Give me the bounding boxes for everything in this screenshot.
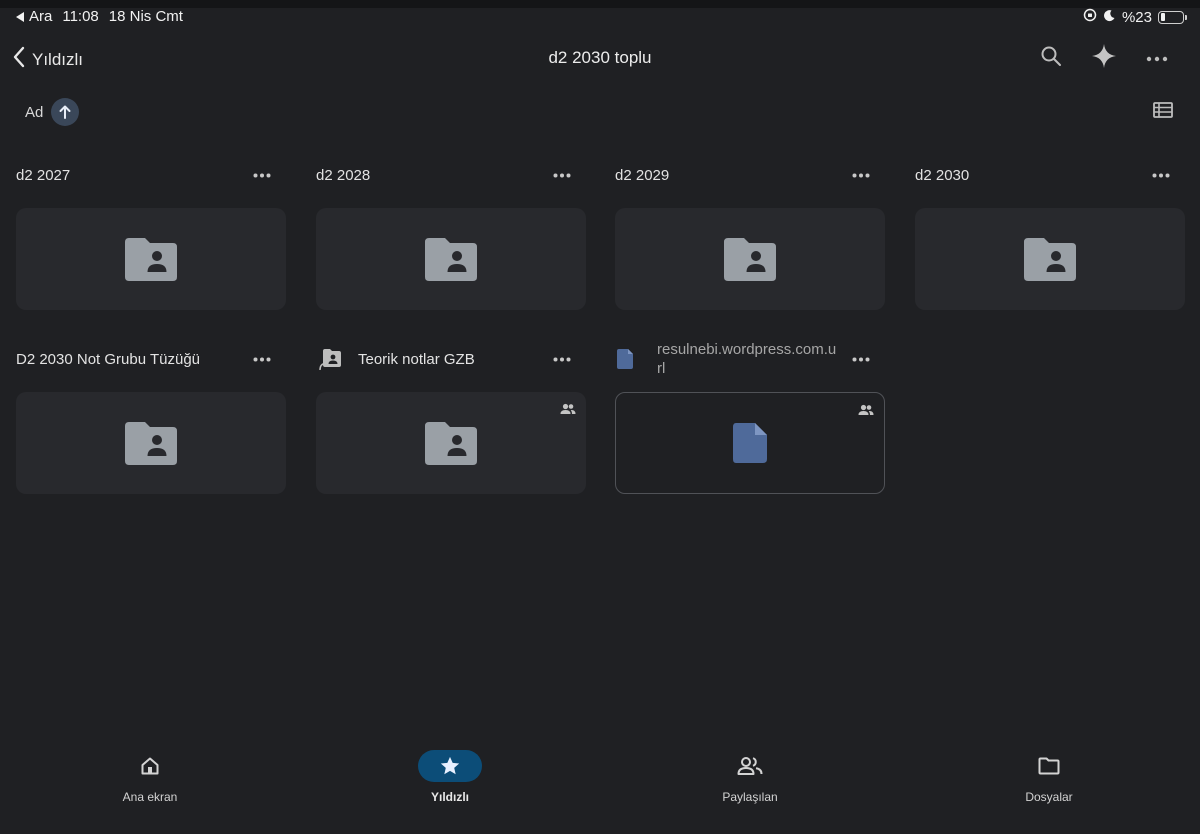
folder-item[interactable]: d2 2027 <box>16 160 286 310</box>
folder-item[interactable]: d2 2028 <box>316 160 586 310</box>
more-horizontal-icon <box>852 357 870 361</box>
more-horizontal-icon <box>253 357 271 361</box>
item-name: d2 2027 <box>16 166 71 184</box>
bottom-nav: Ana ekran Yıldızlı Paylaşılan Dosyalar <box>0 740 1200 834</box>
folder-thumbnail[interactable] <box>16 208 286 310</box>
shared-folder-icon <box>724 238 776 281</box>
status-date: 18 Nis Cmt <box>108 8 183 25</box>
battery-percent: %23 <box>1121 8 1152 26</box>
file-thumbnail[interactable] <box>615 392 885 494</box>
folder-thumbnail[interactable] <box>316 208 586 310</box>
sort-button[interactable]: Ad <box>25 98 80 126</box>
shared-people-icon <box>858 403 874 421</box>
item-more-button[interactable] <box>250 348 274 370</box>
battery-icon <box>1158 10 1187 24</box>
item-name: resulnebi.wordpress.com.url <box>657 341 837 377</box>
sort-label: Ad <box>25 103 44 121</box>
battery-level <box>1160 13 1166 21</box>
shortcut-folder-item[interactable]: Teorik notlar GZB <box>316 344 586 494</box>
nav-label: Paylaşılan <box>722 790 778 804</box>
item-name: D2 2030 Not Grubu Tüzüğü <box>16 350 201 368</box>
search-icon <box>1039 44 1063 73</box>
file-icon <box>615 346 647 372</box>
shared-folder-icon <box>1024 238 1076 281</box>
shared-folder-icon <box>125 238 177 281</box>
nav-label: Yıldızlı <box>430 790 469 804</box>
item-more-button[interactable] <box>250 164 274 186</box>
more-horizontal-icon <box>553 357 571 361</box>
item-more-button[interactable] <box>849 164 873 186</box>
file-icon <box>733 423 767 463</box>
status-bar: Ara 11:08 18 Nis Cmt %23 <box>0 0 1200 32</box>
back-triangle-icon <box>16 11 24 22</box>
file-item[interactable]: resulnebi.wordpress.com.url <box>615 341 885 494</box>
people-icon <box>718 750 782 782</box>
gemini-button[interactable] <box>1089 43 1119 73</box>
nav-starred[interactable]: Yıldızlı <box>380 750 520 804</box>
nav-files[interactable]: Dosyalar <box>979 750 1119 804</box>
more-horizontal-icon <box>553 173 571 177</box>
folder-item[interactable]: D2 2030 Not Grubu Tüzüğü <box>16 344 286 494</box>
nav-home[interactable]: Ana ekran <box>80 750 220 804</box>
folder-item[interactable]: d2 2029 <box>615 160 885 310</box>
folder-thumbnail[interactable] <box>16 392 286 494</box>
return-app-label: Ara <box>29 8 53 25</box>
arrow-up-icon <box>51 98 80 126</box>
moon-icon <box>1103 9 1116 26</box>
status-time: 11:08 <box>62 8 99 25</box>
item-more-button[interactable] <box>550 164 574 186</box>
return-to-app[interactable]: Ara <box>16 8 52 25</box>
item-name: d2 2030 <box>915 166 970 184</box>
sparkle-icon <box>1091 43 1117 74</box>
home-icon <box>118 750 182 782</box>
shared-folder-icon <box>425 238 477 281</box>
shared-folder-icon <box>125 422 177 465</box>
nav-label: Dosyalar <box>1025 790 1073 804</box>
more-options-button[interactable] <box>1142 43 1172 73</box>
list-view-icon <box>1153 101 1173 123</box>
more-horizontal-icon <box>1152 173 1170 177</box>
folder-item[interactable]: d2 2030 <box>915 160 1185 310</box>
more-horizontal-icon <box>852 173 870 177</box>
item-more-button[interactable] <box>550 348 574 370</box>
shared-people-icon <box>560 402 576 420</box>
folder-thumbnail[interactable] <box>316 392 586 494</box>
folder-icon <box>1017 750 1081 782</box>
item-name: d2 2029 <box>615 166 670 184</box>
star-icon <box>418 750 482 782</box>
page-title: d2 2030 toplu <box>548 48 652 67</box>
view-toggle-button[interactable] <box>1150 100 1176 124</box>
item-more-button[interactable] <box>849 348 873 370</box>
item-more-button[interactable] <box>1149 164 1173 186</box>
more-horizontal-icon <box>1146 49 1168 67</box>
orientation-lock-icon <box>1083 8 1097 26</box>
search-button[interactable] <box>1036 43 1066 73</box>
item-name: d2 2028 <box>316 166 371 184</box>
more-horizontal-icon <box>253 173 271 177</box>
shortcut-folder-icon <box>316 346 348 372</box>
shared-folder-icon <box>425 422 477 465</box>
nav-label: Ana ekran <box>122 790 178 804</box>
item-name: Teorik notlar GZB <box>358 350 475 368</box>
folder-thumbnail[interactable] <box>615 208 885 310</box>
nav-shared[interactable]: Paylaşılan <box>680 750 820 804</box>
folder-thumbnail[interactable] <box>915 208 1185 310</box>
